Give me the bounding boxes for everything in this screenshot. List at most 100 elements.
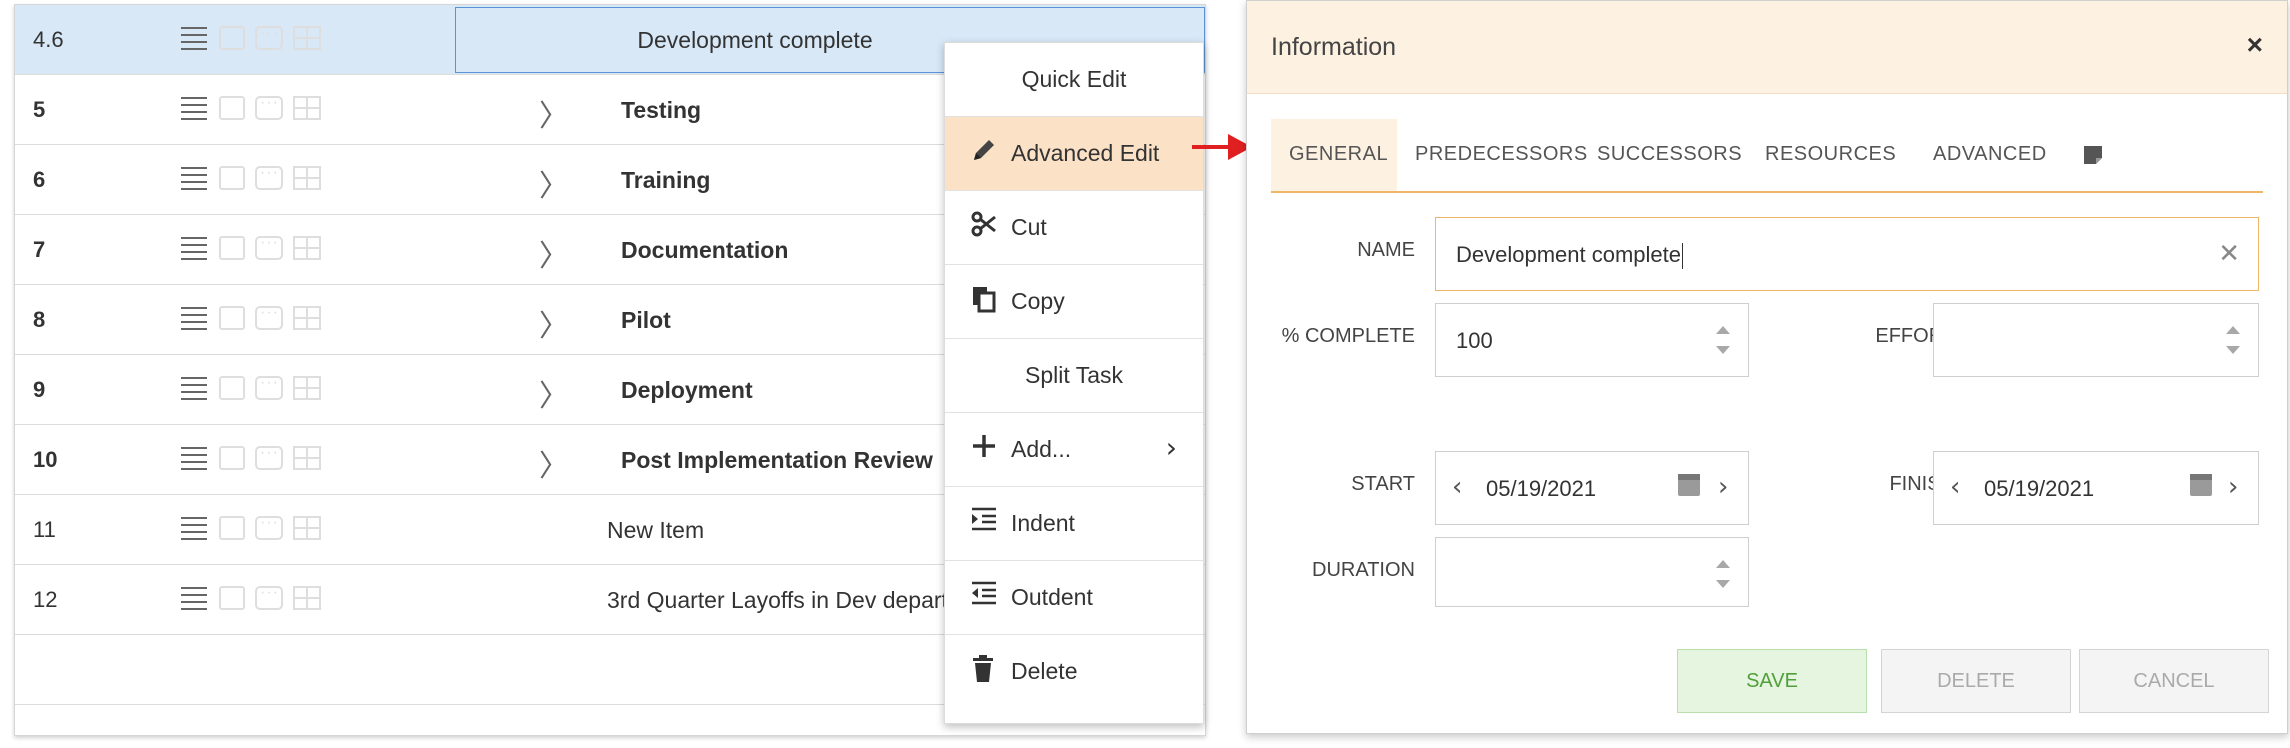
row-number: 10 [33,447,58,472]
menu-item-add[interactable]: Add... › [945,413,1203,487]
copy-icon [971,285,999,315]
table-icon[interactable] [293,236,321,260]
menu-icon[interactable] [179,375,209,401]
tab-resources[interactable]: RESOURCES [1765,119,1905,191]
menu-item-split-task[interactable]: Split Task [945,339,1203,413]
spinner-icon[interactable] [1716,556,1730,592]
comment-icon[interactable] [255,24,283,50]
menu-item-advanced-edit[interactable]: Advanced Edit [945,117,1203,191]
row-number: 11 [33,517,56,542]
tab-notes[interactable] [2083,119,2123,191]
effort-stepper[interactable] [1933,303,2259,377]
note-icon[interactable] [219,306,245,330]
scissors-icon [971,211,999,241]
note-icon[interactable] [219,96,245,120]
table-icon[interactable] [293,166,321,190]
name-label: NAME [1357,239,1415,261]
task-name[interactable]: Training [621,167,710,194]
chevron-right-icon[interactable]: 〉 [539,441,569,485]
row-number: 6 [33,167,46,192]
spinner-icon[interactable] [2226,322,2240,358]
duration-label: DURATION [1312,559,1415,581]
spinner-icon[interactable] [1716,322,1730,358]
cancel-button[interactable]: CANCEL [2079,649,2269,713]
table-icon[interactable] [293,26,321,50]
table-icon[interactable] [293,586,321,610]
table-icon[interactable] [293,376,321,400]
duration-stepper[interactable] [1435,537,1749,607]
delete-button[interactable]: DELETE [1881,649,2071,713]
comment-icon[interactable] [255,584,283,610]
chevron-right-icon[interactable]: 〉 [539,91,569,135]
comment-icon[interactable] [255,514,283,540]
menu-icon[interactable] [179,305,209,331]
note-icon[interactable] [219,516,245,540]
note-icon[interactable] [219,26,245,50]
chevron-right-icon: › [1165,431,1177,464]
chevron-right-icon[interactable]: › [1718,472,1728,502]
menu-item-outdent[interactable]: Outdent [945,561,1203,635]
menu-icon[interactable] [179,25,209,51]
comment-icon[interactable] [255,304,283,330]
tab-general[interactable]: GENERAL [1271,119,1397,191]
save-button[interactable]: SAVE [1677,649,1867,713]
menu-item-delete[interactable]: Delete [945,635,1203,709]
table-icon[interactable] [293,446,321,470]
chevron-left-icon[interactable]: ‹ [1950,472,1960,502]
chevron-right-icon[interactable]: 〉 [539,371,569,415]
finish-date-picker[interactable]: ‹ 05/19/2021 › [1933,451,2259,525]
task-name[interactable]: Post Implementation Review [621,447,933,474]
table-icon[interactable] [293,516,321,540]
menu-item-quick-edit[interactable]: Quick Edit [945,43,1203,117]
dialog-title: Information [1271,33,1397,61]
menu-icon[interactable] [179,585,209,611]
clear-icon[interactable]: ✕ [2218,238,2240,269]
tab-predecessors[interactable]: PREDECESSORS [1415,119,1587,191]
note-icon[interactable] [219,446,245,470]
note-icon [2083,145,2103,171]
table-icon[interactable] [293,96,321,120]
task-name[interactable]: 3rd Quarter Layoffs in Dev department [607,587,999,614]
task-name[interactable]: Testing [621,97,701,124]
row-number: 5 [33,97,46,122]
menu-icon[interactable] [179,165,209,191]
note-icon[interactable] [219,236,245,260]
menu-item-cut[interactable]: Cut [945,191,1203,265]
calendar-icon[interactable] [1678,474,1700,496]
outdent-icon [971,581,999,611]
comment-icon[interactable] [255,94,283,120]
menu-icon[interactable] [179,235,209,261]
task-name[interactable]: Pilot [621,307,671,334]
task-name[interactable]: Deployment [621,377,753,404]
chevron-right-icon[interactable]: 〉 [539,231,569,275]
menu-item-indent[interactable]: Indent [945,487,1203,561]
comment-icon[interactable] [255,164,283,190]
comment-icon[interactable] [255,234,283,260]
chevron-right-icon[interactable]: › [2228,472,2238,502]
name-field[interactable]: Development complete ✕ [1435,217,2259,291]
menu-icon[interactable] [179,445,209,471]
tab-advanced[interactable]: ADVANCED [1933,119,2063,191]
indent-icon [971,507,999,537]
menu-icon[interactable] [179,95,209,121]
chevron-left-icon[interactable]: ‹ [1452,472,1462,502]
calendar-icon[interactable] [2190,474,2212,496]
start-date-picker[interactable]: ‹ 05/19/2021 › [1435,451,1749,525]
comment-icon[interactable] [255,374,283,400]
note-icon[interactable] [219,376,245,400]
plus-icon [971,433,999,463]
tab-successors[interactable]: SUCCESSORS [1597,119,1747,191]
pencil-icon [971,137,999,167]
note-icon[interactable] [219,586,245,610]
chevron-right-icon[interactable]: 〉 [539,161,569,205]
table-icon[interactable] [293,306,321,330]
task-name[interactable]: New Item [607,517,704,544]
percent-complete-stepper[interactable]: 100 [1435,303,1749,377]
menu-icon[interactable] [179,515,209,541]
close-icon[interactable]: × [2247,29,2263,61]
menu-item-copy[interactable]: Copy [945,265,1203,339]
task-name[interactable]: Documentation [621,237,788,264]
chevron-right-icon[interactable]: 〉 [539,301,569,345]
comment-icon[interactable] [255,444,283,470]
note-icon[interactable] [219,166,245,190]
